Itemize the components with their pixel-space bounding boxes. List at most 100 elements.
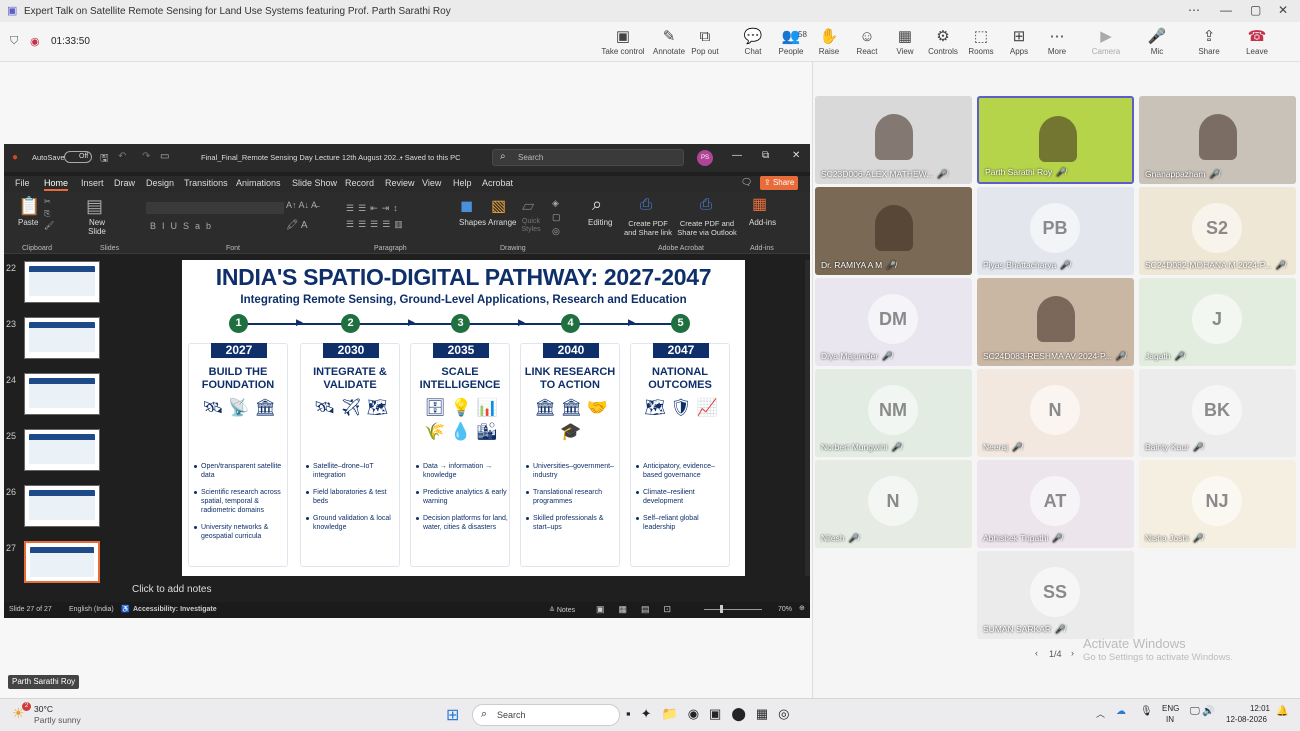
participant-tile[interactable]: Parth Sarathi Roy 🎤̸ xyxy=(977,96,1134,184)
shapes-label[interactable]: Shapes xyxy=(459,218,486,227)
zoom-thumb[interactable] xyxy=(720,605,723,613)
pager-next-icon[interactable]: › xyxy=(1071,648,1074,658)
toolbar-leave-button[interactable]: ☎ Leave xyxy=(1234,28,1280,56)
shape-format-icons[interactable]: ◈ ▢ ◎ xyxy=(552,196,561,238)
language-status[interactable]: English (India) xyxy=(69,606,114,613)
toolbar-take-control-button[interactable]: ▣ Take control xyxy=(600,28,646,56)
quick-styles-label[interactable]: Quick Styles xyxy=(520,218,542,234)
ribbon-tab-design[interactable]: Design xyxy=(146,178,174,188)
new-slide-icon[interactable]: ▤ xyxy=(86,196,103,217)
paragraph-icons[interactable]: ☰☰⇤⇥↕ ☰☰☰☰▥ xyxy=(346,200,407,232)
paste-label[interactable]: Paste xyxy=(18,218,38,227)
participant-tile[interactable]: SC24D083-RESHMA AV 2024-P... 🎤̸ xyxy=(977,278,1134,366)
clipboard-tools-icon[interactable]: ✂ ⎘ 🖌 xyxy=(44,196,54,232)
notes-button[interactable]: ≙ Notes xyxy=(549,606,575,614)
maximize-icon[interactable]: ▢ xyxy=(1250,3,1261,17)
editing-search-icon[interactable]: ⌕ xyxy=(592,194,602,215)
create-pdf-label[interactable]: Create PDF and Share link xyxy=(622,219,674,237)
participant-tile[interactable]: SC23D006-ALEX MATHEW... 🎤̸ xyxy=(815,96,972,184)
toolbar-mic-button[interactable]: 🎤 Mic xyxy=(1134,28,1180,56)
ribbon-tab-animations[interactable]: Animations xyxy=(236,178,281,188)
tray-expand-icon[interactable]: ︿ xyxy=(1096,707,1105,720)
participant-tile[interactable]: N Neeraj 🎤̸ xyxy=(977,369,1134,457)
minimize-icon[interactable]: — xyxy=(1220,3,1232,17)
ribbon-tab-transitions[interactable]: Transitions xyxy=(184,178,228,188)
addins-icon[interactable]: ▦ xyxy=(752,194,767,214)
toolbar-more-button[interactable]: ⋯ More xyxy=(1034,28,1080,56)
ribbon-tab-insert[interactable]: Insert xyxy=(81,178,104,188)
addins-label[interactable]: Add-ins xyxy=(749,218,776,227)
close-icon[interactable]: ✕ xyxy=(1278,3,1288,17)
start-icon[interactable]: ⊞ xyxy=(446,705,459,725)
ribbon-tab-record[interactable]: Record xyxy=(345,178,374,188)
ribbon-tab-slide-show[interactable]: Slide Show xyxy=(292,178,337,188)
slide-thumbnail[interactable] xyxy=(24,541,100,583)
editing-label[interactable]: Editing xyxy=(588,218,612,227)
ribbon-tab-acrobat[interactable]: Acrobat xyxy=(482,178,513,188)
slide-canvas[interactable]: INDIA'S SPATIO-DIGITAL PATHWAY: 2027-204… xyxy=(182,260,745,576)
ppt-minimize-icon[interactable]: — xyxy=(732,150,742,161)
zoom-slider[interactable] xyxy=(704,609,762,610)
participant-tile[interactable]: Dr. RAMIYA A M 🎤̸ xyxy=(815,187,972,275)
account-avatar[interactable]: PS xyxy=(697,150,713,166)
participant-tile[interactable]: PB Piyas Bhattacharya 🎤̸ xyxy=(977,187,1134,275)
participant-tile[interactable]: NJ Nisha Joshi 🎤̸ xyxy=(1139,460,1296,548)
save-icon[interactable]: 🖫 xyxy=(100,151,109,168)
toolbar-pop-out-button[interactable]: ⧉ Pop out xyxy=(682,28,728,56)
ribbon-tab-view[interactable]: View xyxy=(422,178,441,188)
ppt-maximize-icon[interactable]: ⧉ xyxy=(762,150,769,161)
zoom-level[interactable]: 70% xyxy=(778,606,792,613)
create-pdf-outlook-label[interactable]: Create PDF and Share via Outlook xyxy=(676,219,738,237)
ribbon-tab-help[interactable]: Help xyxy=(453,178,472,188)
participant-tile[interactable]: NM Norbert Mungwini 🎤̸ xyxy=(815,369,972,457)
create-pdf-icon[interactable]: ⎙ xyxy=(640,196,652,213)
ribbon-tab-home[interactable]: Home xyxy=(44,178,69,191)
new-slide-label[interactable]: New Slide xyxy=(84,218,110,236)
language-indicator-1[interactable]: ENG xyxy=(1162,704,1179,713)
search-box[interactable]: ⌕ Search xyxy=(492,149,684,166)
quick-styles-icon[interactable]: ▱ xyxy=(522,196,534,216)
slide-thumbnail[interactable] xyxy=(24,485,100,527)
participant-tile[interactable]: Gnanappazham 🎤̸ xyxy=(1139,96,1296,184)
redo-icon[interactable]: ↷ xyxy=(142,151,150,162)
create-pdf-outlook-icon[interactable]: ⎙ xyxy=(700,196,712,213)
participant-tile[interactable]: DM Diya Majumder 🎤̸ xyxy=(815,278,972,366)
ppt-close-icon[interactable]: ✕ xyxy=(792,150,800,161)
participant-tile[interactable]: N Nilesh 🎤̸ xyxy=(815,460,972,548)
ribbon-tab-review[interactable]: Review xyxy=(385,178,415,188)
ribbon-tab-file[interactable]: File xyxy=(15,178,30,188)
font-resize-icon[interactable]: A↑ A↓ A̶ xyxy=(286,200,317,210)
participant-tile[interactable]: SS SUMAN SARKAR 🎤̸ xyxy=(977,551,1134,639)
font-size-box[interactable] xyxy=(254,202,284,214)
participant-tile[interactable]: BK Bainty Kaur 🎤̸ xyxy=(1139,369,1296,457)
undo-icon[interactable]: ↶ xyxy=(118,151,126,162)
language-indicator-2[interactable]: IN xyxy=(1166,715,1174,724)
vertical-scrollbar[interactable] xyxy=(805,260,810,576)
slide-thumbnail[interactable] xyxy=(24,261,100,303)
arrange-icon[interactable]: ▧ xyxy=(491,196,506,216)
onedrive-icon[interactable]: ☁ xyxy=(1116,706,1126,717)
toolbar-share-button[interactable]: ⇪ Share xyxy=(1186,28,1232,56)
slide-thumbnail[interactable] xyxy=(24,429,100,471)
present-icon[interactable]: ▭ xyxy=(160,151,169,162)
taskbar-search[interactable]: ⌕ Search xyxy=(472,704,620,726)
network-volume-icons[interactable]: 🖵 🔊 xyxy=(1190,706,1215,717)
autosave-toggle[interactable]: Off xyxy=(64,151,92,163)
comments-icon[interactable]: 🗨 xyxy=(741,177,752,188)
clock-date[interactable]: 12-08-2026 xyxy=(1226,715,1267,724)
share-button[interactable]: ⇪ Share xyxy=(760,176,799,190)
notes-pane[interactable]: Click to add notes xyxy=(122,584,802,602)
accessibility-status[interactable]: Accessibility: Investigate xyxy=(133,606,217,613)
clock-time[interactable]: 12:01 xyxy=(1236,704,1270,713)
shapes-icon[interactable]: ◼ xyxy=(460,196,473,216)
slide-thumbnail[interactable] xyxy=(24,317,100,359)
slide-thumbnail[interactable] xyxy=(24,373,100,415)
view-buttons[interactable]: ▣▦▤⊡ xyxy=(596,604,685,615)
font-name-box[interactable] xyxy=(146,202,254,214)
fit-slide-icon[interactable]: ⊕ xyxy=(799,604,805,612)
paste-icon[interactable]: 📋 xyxy=(18,196,40,217)
pager-prev-icon[interactable]: ‹ xyxy=(1035,648,1038,658)
more-options-icon[interactable]: ⋯ xyxy=(1188,3,1200,17)
mic-tray-icon[interactable]: 🎙 xyxy=(1140,706,1153,717)
participant-tile[interactable]: AT Abhishek Tripathi 🎤̸ xyxy=(977,460,1134,548)
